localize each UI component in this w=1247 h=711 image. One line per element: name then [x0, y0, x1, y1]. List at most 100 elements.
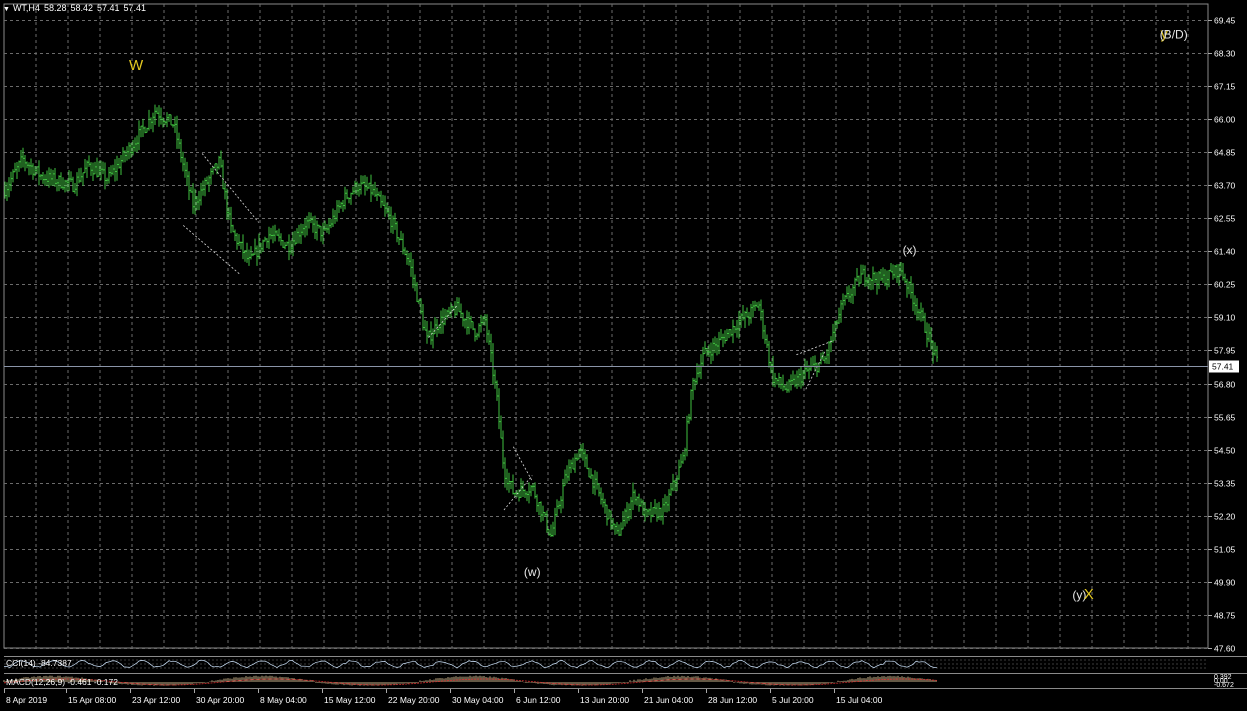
x-tick-label: 22 May 20:00: [388, 695, 440, 705]
candle: [474, 328, 476, 342]
candle: [608, 508, 610, 520]
candle: [552, 521, 554, 537]
candle: [342, 199, 344, 212]
candle: [48, 167, 50, 188]
candle: [412, 258, 414, 289]
candle: [728, 328, 730, 339]
candle: [856, 268, 858, 282]
current-price-label: 57.41: [1212, 362, 1234, 372]
candle: [102, 161, 104, 175]
candle: [252, 252, 254, 257]
candle: [924, 312, 926, 334]
candle: [58, 175, 60, 192]
candle: [590, 468, 592, 479]
candle: [320, 225, 322, 242]
candle: [64, 179, 66, 193]
candle: [704, 341, 706, 355]
candle: [156, 107, 158, 114]
candle: [8, 177, 10, 198]
x-tick-label: 5 Jul 20:00: [772, 695, 814, 705]
candle: [906, 278, 908, 298]
x-tick-label: 15 Jul 04:00: [836, 695, 883, 705]
candle: [294, 230, 296, 246]
candle: [204, 177, 206, 197]
candle: [104, 162, 106, 190]
candle: [810, 357, 812, 372]
candle: [768, 340, 770, 368]
candle: [732, 319, 734, 344]
candle: [780, 376, 782, 390]
candle: [720, 328, 722, 341]
y-tick-label: 64.85: [1214, 148, 1236, 158]
x-tick-label: 8 Apr 2019: [6, 695, 47, 705]
candle: [724, 330, 726, 344]
candle: [792, 370, 794, 385]
candle: [368, 182, 370, 189]
wave-trend-line: [503, 475, 533, 511]
candle: [202, 180, 204, 196]
candle: [262, 239, 264, 253]
candle: [264, 236, 266, 242]
candle: [508, 472, 510, 493]
candle: [912, 283, 914, 312]
candle: [748, 311, 750, 326]
candle: [616, 521, 618, 535]
candle: [488, 329, 490, 345]
candle: [876, 272, 878, 295]
candle: [92, 162, 94, 181]
candle: [438, 324, 440, 334]
candle: [686, 415, 688, 457]
candle: [178, 132, 180, 149]
candle: [536, 494, 538, 512]
candle: [712, 338, 714, 361]
y-tick-label: 62.55: [1214, 214, 1236, 224]
candle: [618, 524, 620, 536]
candle: [722, 333, 724, 348]
candle: [850, 288, 852, 304]
candle: [568, 459, 570, 481]
candle: [468, 311, 470, 335]
candle: [638, 493, 640, 512]
candle: [594, 470, 596, 496]
candle: [576, 453, 578, 461]
candle: [492, 343, 494, 385]
candle: [268, 226, 270, 249]
candle: [120, 154, 122, 176]
candle: [550, 524, 552, 537]
candle: [558, 500, 560, 510]
candle: [250, 246, 252, 260]
candle: [28, 162, 30, 176]
price-chart[interactable]: 57.41 69.45 68.30 67.15 66.00 64.85 63.70 62.5…: [0, 0, 1247, 711]
candle: [222, 159, 224, 190]
candle: [426, 320, 428, 344]
candle: [236, 232, 238, 250]
candle: [632, 482, 634, 510]
candle: [894, 264, 896, 279]
candle: [454, 301, 456, 318]
x-tick-label: 15 May 12:00: [324, 695, 376, 705]
candle: [500, 415, 502, 439]
candle: [498, 388, 500, 430]
candle: [274, 224, 276, 242]
candle: [280, 233, 282, 246]
candle: [190, 186, 192, 193]
candle: [542, 505, 544, 521]
candle: [184, 157, 186, 178]
grid: [3, 3, 1209, 649]
candle: [882, 267, 884, 284]
candle: [446, 309, 448, 320]
candle: [664, 494, 666, 513]
candle: [286, 241, 288, 246]
candle: [114, 159, 116, 182]
candle: [864, 265, 866, 287]
candle: [50, 168, 52, 186]
candle: [646, 508, 648, 518]
candle: [338, 200, 340, 213]
wave-label: W: [129, 57, 144, 74]
candle: [72, 176, 74, 193]
wave-label: (w): [524, 565, 541, 579]
candle: [572, 457, 574, 470]
candle: [100, 160, 102, 181]
candle: [622, 511, 624, 530]
candle: [278, 228, 280, 242]
